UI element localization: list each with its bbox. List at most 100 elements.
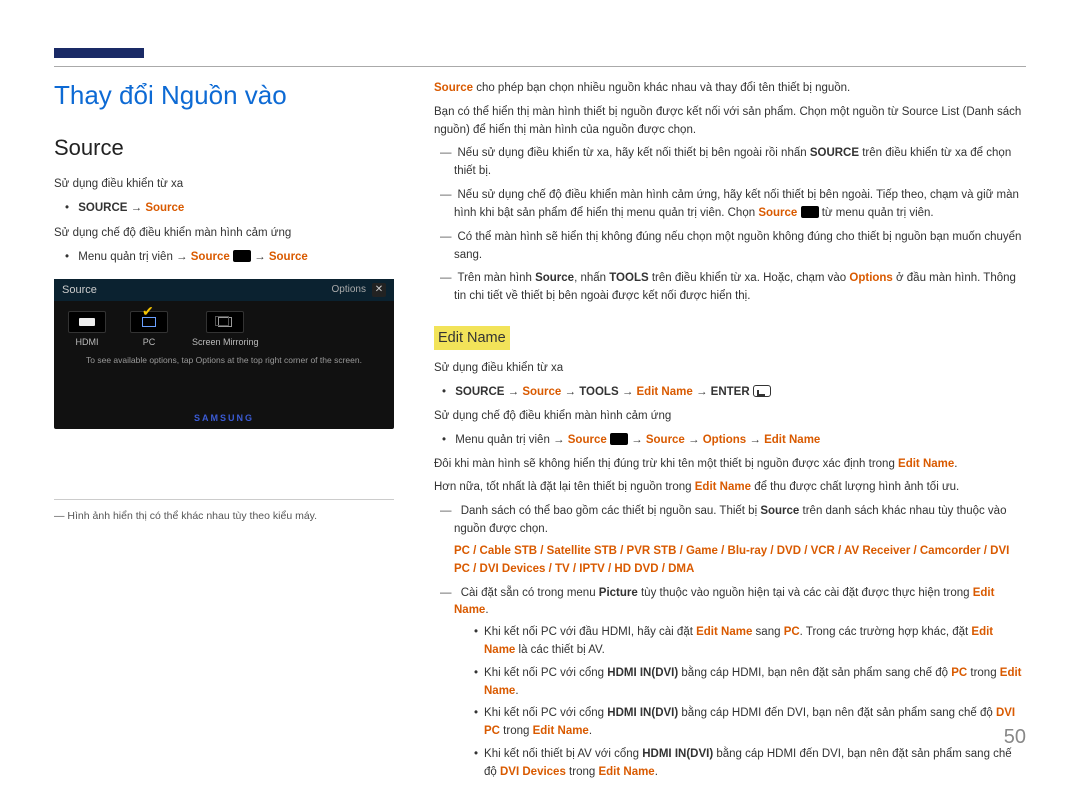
sub-bullets: Khi kết nối PC với đầu HDMI, hãy cài đặt… <box>466 624 1026 782</box>
en-remote: Sử dụng điều khiển từ xa <box>434 360 1026 378</box>
r-d3: Có thể màn hình sẽ hiển thị không đúng n… <box>434 229 1026 265</box>
t: TOOLS <box>579 386 618 398</box>
t: HDMI IN(DVI) <box>607 667 678 679</box>
arrow: → <box>127 202 145 214</box>
label-source-orange-2: Source <box>191 251 230 263</box>
t: là các thiết bị AV. <box>515 644 605 656</box>
r-p3: Đôi khi màn hình sẽ không hiển thị đúng … <box>434 456 1026 474</box>
sb4: Khi kết nối thiết bị AV với cổng HDMI IN… <box>466 746 1026 782</box>
r-d1: Nếu sử dụng điều khiển từ xa, hãy kết nố… <box>434 145 1026 181</box>
r-d5: Danh sách có thể bao gồm các thiết bị ng… <box>434 503 1026 578</box>
t: Source <box>522 386 561 398</box>
t: Edit Name <box>764 434 820 446</box>
t: TOOLS <box>609 272 648 284</box>
t: → <box>628 434 646 446</box>
t: từ menu quản trị viên. <box>819 207 934 219</box>
ss-top-right: Options ✕ <box>332 283 386 297</box>
t: Source <box>535 272 574 284</box>
t: . <box>589 725 592 737</box>
t: trong <box>967 667 1000 679</box>
device-list: PC / Cable STB / Satellite STB / PVR STB… <box>454 543 1026 579</box>
touch-intro: Sử dụng chế độ điều khiển màn hình cảm ứ… <box>54 224 394 242</box>
t: SOURCE <box>455 386 504 398</box>
remote-intro: Sử dụng điều khiển từ xa <box>54 175 394 193</box>
t: Hơn nữa, tốt nhất là đặt lại tên thiết b… <box>434 481 695 493</box>
ss-options-label[interactable]: Options <box>332 284 366 295</box>
t: Picture <box>599 587 638 599</box>
heading-edit-name: Edit Name <box>434 326 510 350</box>
t: trong <box>566 766 599 778</box>
t: Options <box>849 272 892 284</box>
t: → <box>619 386 637 398</box>
t: . <box>954 458 957 470</box>
left-column: Thay đổi Nguồn vào Source Sử dụng điều k… <box>54 80 394 792</box>
ss-titlebar: Source Options ✕ <box>54 279 394 301</box>
t: SOURCE <box>810 147 859 159</box>
r-dashlist-1: Nếu sử dụng điều khiển từ xa, hãy kết nố… <box>434 145 1026 306</box>
t: Edit Name <box>898 458 954 470</box>
left-text: Sử dụng điều khiển từ xa SOURCE → Source… <box>54 175 394 267</box>
r-d6: Cài đặt sẵn có trong menu Picture tùy th… <box>434 585 1026 782</box>
source-icon <box>801 206 819 218</box>
ss-hdmi[interactable]: HDMI <box>68 311 106 347</box>
label-source-orange-3: Source <box>269 251 308 263</box>
t: DVI Devices <box>500 766 566 778</box>
sb3: Khi kết nối PC với cổng HDMI IN(DVI) bằn… <box>466 705 1026 741</box>
ss-pc[interactable]: ✔ PC <box>130 311 168 347</box>
t: Khi kết nối PC với đầu HDMI, hãy cài đặt <box>484 626 696 638</box>
r-d4: Trên màn hình Source, nhấn TOOLS trên đi… <box>434 270 1026 306</box>
t: Edit Name <box>637 386 693 398</box>
sb1: Khi kết nối PC với đầu HDMI, hãy cài đặt… <box>466 624 1026 660</box>
t: . <box>655 766 658 778</box>
en-bullet2: Menu quản trị viên → Source → Source → O… <box>434 432 1026 450</box>
t: PC <box>784 626 800 638</box>
sb2: Khi kết nối PC với cổng HDMI IN(DVI) bằn… <box>466 665 1026 701</box>
t: , nhấn <box>574 272 609 284</box>
arrow-2: → <box>251 251 269 263</box>
mirror-icon <box>206 311 244 333</box>
en-bullet1: SOURCE → Source → TOOLS → Edit Name → EN… <box>434 384 1026 402</box>
ss-title: Source <box>62 284 97 296</box>
t: Edit Name <box>598 766 654 778</box>
r-p1-source: Source <box>434 82 473 94</box>
en-bullet1-wrap: SOURCE → Source → TOOLS → Edit Name → EN… <box>434 384 1026 402</box>
t: → <box>746 434 764 446</box>
ss-mirror-label: Screen Mirroring <box>192 337 259 347</box>
t: Source <box>568 434 607 446</box>
t: → <box>504 386 522 398</box>
en-touch: Sử dụng chế độ điều khiển màn hình cảm ứ… <box>434 408 1026 426</box>
page-number: 50 <box>1004 726 1026 749</box>
r-dashlist-2: Danh sách có thể bao gồm các thiết bị ng… <box>434 503 1026 781</box>
t: Source <box>758 207 797 219</box>
t: → <box>561 386 579 398</box>
source-icon <box>610 433 628 445</box>
page-title: Thay đổi Nguồn vào <box>54 80 394 111</box>
section-title-source: Source <box>54 135 394 161</box>
t: PC <box>951 667 967 679</box>
t: Khi kết nối thiết bị AV với cổng <box>484 748 642 760</box>
r-p1: Source cho phép bạn chọn nhiều nguồn khá… <box>434 80 1026 98</box>
t: sang <box>752 626 783 638</box>
t: bằng cáp HDMI, bạn nên đặt sản phẩm sang… <box>678 667 951 679</box>
en-bullet2-wrap: Menu quản trị viên → Source → Source → O… <box>434 432 1026 450</box>
t: Khi kết nối PC với cổng <box>484 667 607 679</box>
t: Nếu sử dụng chế độ điều khiển màn hình c… <box>454 189 1019 219</box>
right-column: Source cho phép bạn chọn nhiều nguồn khá… <box>434 80 1026 792</box>
footnote: ― Hình ảnh hiển thị có thể khác nhau tùy… <box>54 510 394 522</box>
close-icon[interactable]: ✕ <box>372 283 386 297</box>
t: tùy thuộc vào nguồn hiện tại và các cài … <box>638 587 973 599</box>
check-icon: ✔ <box>142 303 154 320</box>
t: → <box>693 386 711 398</box>
header-accent <box>54 48 144 58</box>
t: Cài đặt sẵn có trong menu <box>461 587 599 599</box>
t: ENTER <box>711 386 750 398</box>
t: Source <box>760 505 799 517</box>
ss-mirror[interactable]: Screen Mirroring <box>192 311 259 347</box>
t: . <box>485 604 488 616</box>
path-prefix: Menu quản trị viên → <box>78 251 191 263</box>
t: HDMI IN(DVI) <box>642 748 713 760</box>
t: Trên màn hình <box>458 272 536 284</box>
ss-icons-row: HDMI ✔ PC Screen Mirroring <box>54 301 394 351</box>
page: Thay đổi Nguồn vào Source Sử dụng điều k… <box>0 0 1080 763</box>
t: Menu quản trị viên → <box>455 434 568 446</box>
